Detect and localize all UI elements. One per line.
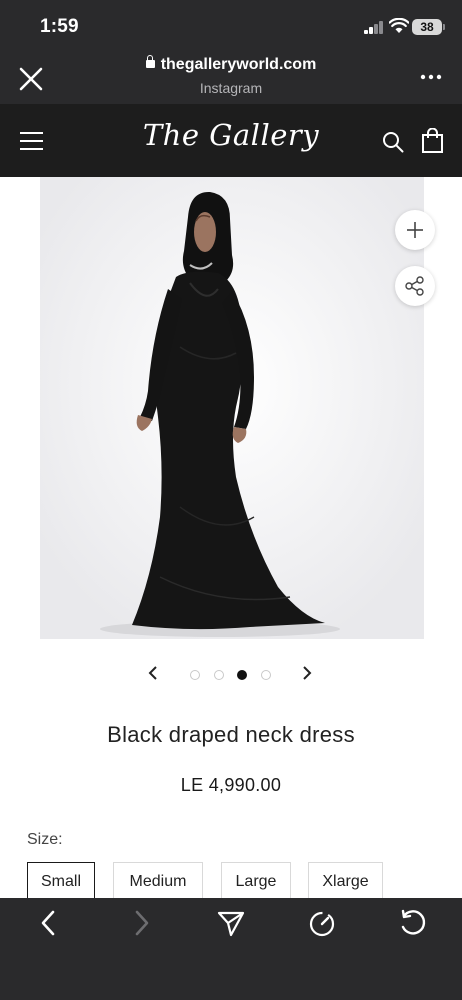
chevron-left-icon[interactable] xyxy=(146,664,160,682)
size-option-small[interactable]: Small xyxy=(27,862,95,902)
carousel-dot-active[interactable] xyxy=(237,670,247,680)
size-option-large[interactable]: Large xyxy=(221,862,291,902)
lock-icon xyxy=(145,55,155,68)
zoom-button[interactable] xyxy=(395,210,435,250)
wifi-icon xyxy=(389,18,409,33)
url-bar[interactable]: thegalleryworld.com xyxy=(0,55,462,74)
browser-toolbar xyxy=(0,898,462,1000)
browser-chrome: 1:59 38 thegalleryworld.com Instagram xyxy=(0,0,462,104)
reload-icon[interactable] xyxy=(398,908,428,938)
url-source: Instagram xyxy=(199,80,263,96)
product-image[interactable] xyxy=(40,177,424,639)
chevron-right-icon[interactable] xyxy=(300,664,314,682)
dress-model-illustration xyxy=(40,177,424,639)
carousel-nav xyxy=(0,660,462,688)
size-option-xlarge[interactable]: Xlarge xyxy=(308,862,383,902)
site-header: The Gallery xyxy=(0,104,462,177)
product-title: Black draped neck dress xyxy=(107,722,355,747)
url-text: thegalleryworld.com xyxy=(160,56,317,73)
share-icon xyxy=(405,276,424,296)
size-option-medium[interactable]: Medium xyxy=(113,862,203,902)
share-button[interactable] xyxy=(395,266,435,306)
send-icon[interactable] xyxy=(216,908,246,938)
back-icon[interactable] xyxy=(34,908,64,938)
forward-icon xyxy=(135,910,149,936)
product-price: LE 4,990.00 xyxy=(180,775,282,795)
search-icon[interactable] xyxy=(382,131,404,153)
carousel-dot[interactable] xyxy=(261,670,271,680)
battery-indicator: 38 xyxy=(412,19,445,35)
status-time: 1:59 xyxy=(40,16,79,37)
size-label: Size: xyxy=(27,831,63,848)
plus-icon xyxy=(407,222,423,238)
carousel-dot[interactable] xyxy=(214,670,224,680)
cart-icon[interactable] xyxy=(422,128,443,153)
more-icon[interactable] xyxy=(420,66,442,88)
signal-icon xyxy=(364,20,384,34)
carousel-dot[interactable] xyxy=(190,670,200,680)
speed-icon[interactable] xyxy=(307,908,337,938)
